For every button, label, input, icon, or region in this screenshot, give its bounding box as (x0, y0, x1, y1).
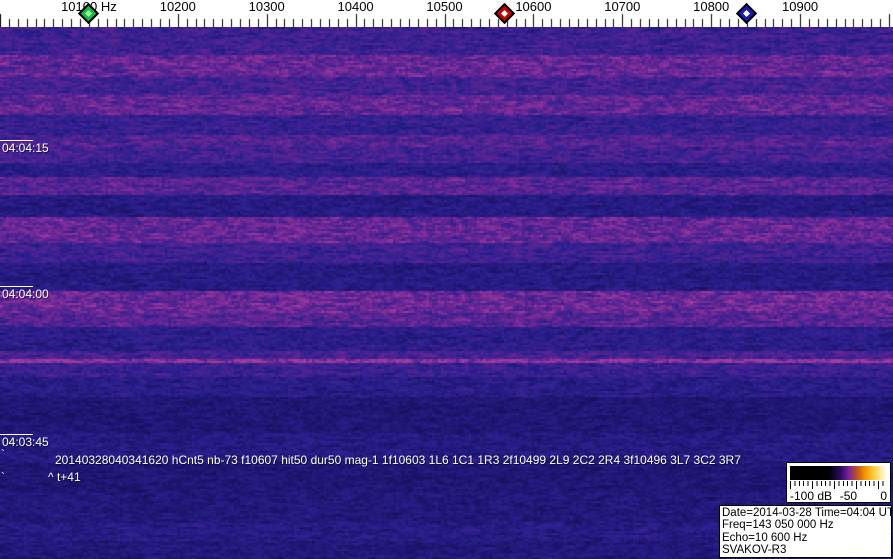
info-frequency: Freq=143 050 000 Hz (722, 519, 889, 531)
colorbar-label-mid: -50 (840, 489, 857, 503)
spectrogram-app-window: 10100 Hz10200103001040010500106001070010… (0, 0, 893, 559)
colorbar-gradient (790, 466, 887, 480)
left-edge-tick: ` (1, 449, 5, 459)
freq-label-10300: 10300 (249, 0, 285, 14)
colorbar-label-min: -100 dB (790, 489, 832, 503)
freq-label-10500: 10500 (426, 0, 462, 14)
marker-red-center-dot (501, 10, 508, 17)
freq-label-10600: 10600 (515, 0, 551, 14)
marker-green-center-dot (85, 10, 92, 17)
info-station-id: SVAKOV-R3 (722, 544, 889, 556)
marker-blue-center-dot (743, 10, 750, 17)
info-date-time: Date=2014-03-28 Time=04:04 UTC (722, 507, 889, 519)
freq-label-10200: 10200 (160, 0, 196, 14)
time-label-040415: 04:04:15 (2, 141, 49, 155)
freq-label-10400: 10400 (338, 0, 374, 14)
freq-label-10700: 10700 (604, 0, 640, 14)
waterfall-spectrogram[interactable] (0, 27, 893, 559)
time-label-040400: 04:04:00 (2, 287, 49, 301)
left-edge-tick: ` (1, 472, 5, 482)
station-info-box: Date=2014-03-28 Time=04:04 UTC Freq=143 … (719, 505, 892, 558)
meteor-detection-text: 20140328040341620 hCnt5 nb-73 f10607 hit… (55, 453, 741, 467)
colorbar-tick-comb (790, 481, 887, 489)
time-offset-annotation: ^ t+41 (48, 470, 81, 484)
freq-label-10800: 10800 (693, 0, 729, 14)
colorbar-label-max: 0 (880, 489, 887, 503)
frequency-ruler[interactable]: 10100 Hz10200103001040010500106001070010… (0, 0, 893, 27)
time-label-040345: 04:03:45 (2, 435, 49, 449)
intensity-colorbar: -100 dB -50 0 (786, 462, 891, 503)
info-echo: Echo=10 600 Hz (722, 532, 889, 544)
freq-label-10900: 10900 (782, 0, 818, 14)
